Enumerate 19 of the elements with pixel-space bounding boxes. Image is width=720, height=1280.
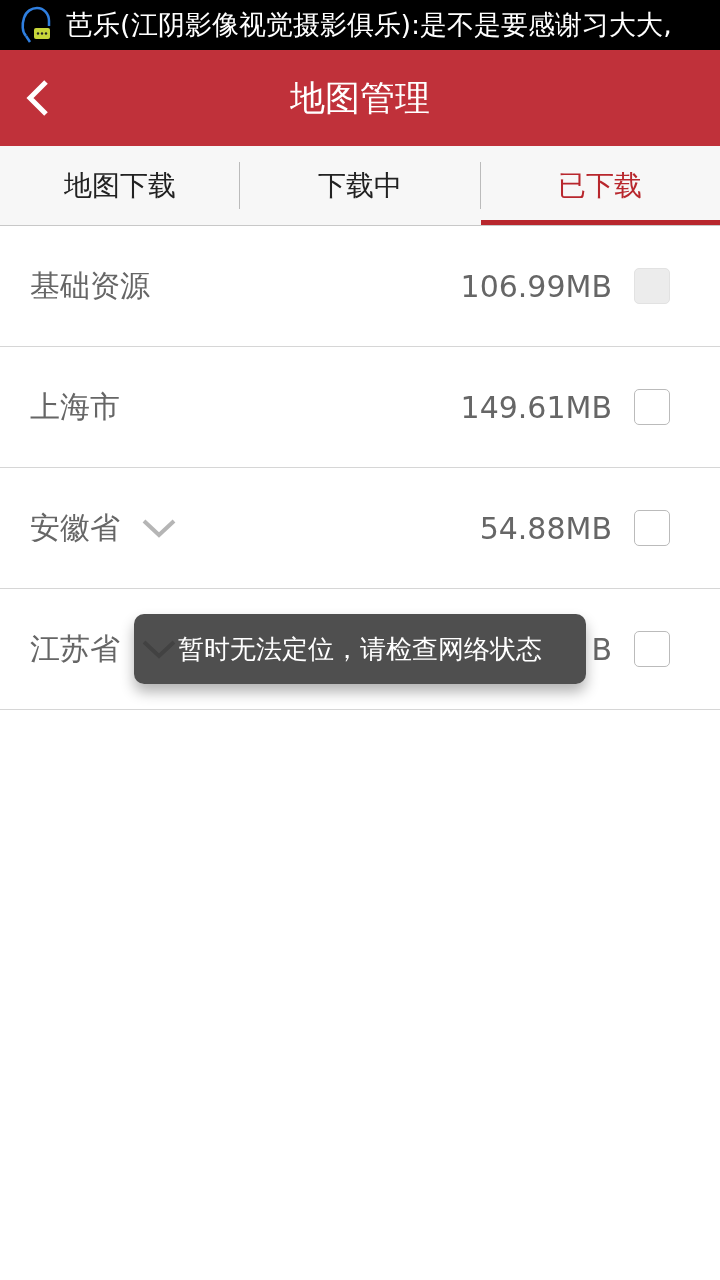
chevron-down-icon[interactable] — [142, 518, 176, 538]
location-error-toast: 暂时无法定位，请检查网络状态 — [134, 614, 586, 684]
region-name: 上海市 — [30, 387, 120, 426]
checkbox[interactable] — [634, 631, 670, 667]
region-name: 安徽省 — [30, 508, 120, 547]
tab[interactable]: 下载中 — [240, 146, 480, 225]
region-name: 基础资源 — [30, 266, 150, 305]
notification-text: 芭乐(江阴影像视觉摄影俱乐):是不是要感谢习大大, — [66, 8, 672, 42]
checkbox[interactable] — [634, 389, 670, 425]
region-name: 江苏省 — [30, 629, 120, 668]
file-size: 54.88MB — [479, 510, 612, 546]
file-size: 106.99MB — [460, 268, 612, 304]
tab[interactable]: 已下载 — [480, 146, 720, 225]
file-size: 149.61MB — [460, 389, 612, 425]
checkbox[interactable] — [634, 510, 670, 546]
tab[interactable]: 地图下载 — [0, 146, 240, 225]
page-title: 地图管理 — [290, 76, 430, 120]
chat-notification-icon — [20, 6, 52, 44]
file-size: B — [591, 631, 612, 667]
